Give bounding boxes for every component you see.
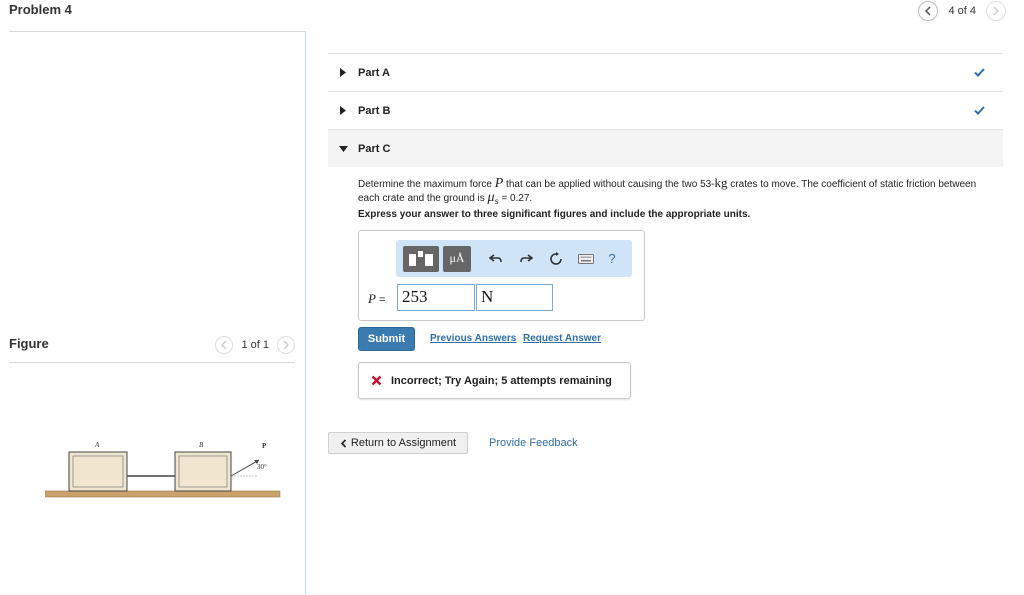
- figure-label-a: A: [94, 441, 100, 449]
- problem-pager: 4 of 4: [918, 1, 1006, 21]
- redo-icon: [520, 253, 533, 262]
- chevron-left-icon: [925, 6, 931, 16]
- figure-label-p: P: [262, 442, 267, 450]
- crate-a: [68, 451, 128, 492]
- part-c-row[interactable]: Part C: [328, 129, 1003, 167]
- var-mu: μ: [487, 190, 495, 205]
- templates-button[interactable]: [403, 245, 439, 272]
- templates-icon: [409, 250, 433, 266]
- keyboard-icon: [578, 253, 594, 264]
- checkmark-icon: [974, 68, 985, 77]
- header-divider: [9, 31, 306, 32]
- answer-box: μÅ ? P = 253 N: [358, 230, 645, 321]
- force-line: [230, 459, 260, 477]
- reset-icon: [550, 251, 562, 265]
- answer-unit-input[interactable]: N: [476, 284, 553, 311]
- caret-down-icon: [338, 145, 348, 152]
- undo-icon: [489, 253, 502, 262]
- figure-pager-text: 1 of 1: [241, 339, 269, 351]
- question-text: Determine the maximum force P that can b…: [358, 175, 977, 206]
- figure-title: Figure: [9, 336, 49, 351]
- problem-pager-text: 4 of 4: [948, 5, 976, 17]
- x-icon: [371, 375, 382, 386]
- undo-button[interactable]: [481, 246, 511, 272]
- var-p: P: [494, 176, 504, 191]
- return-to-assignment-button[interactable]: Return to Assignment: [328, 432, 468, 454]
- caret-right-icon: [340, 106, 346, 115]
- help-button[interactable]: ?: [601, 246, 623, 272]
- panel-divider: [305, 31, 306, 595]
- previous-problem-button[interactable]: [918, 1, 939, 21]
- unit-kg: kg: [714, 175, 728, 190]
- previous-answers-link[interactable]: Previous Answers: [430, 333, 516, 344]
- figure-angle-label: 30°: [257, 463, 267, 471]
- reset-button[interactable]: [541, 246, 571, 272]
- chevron-right-icon: [993, 6, 1000, 16]
- request-answer-link[interactable]: Request Answer: [523, 333, 601, 344]
- chevron-left-icon: [221, 340, 227, 350]
- crate-b: [174, 451, 232, 492]
- figure-label-b: B: [199, 441, 204, 449]
- units-button[interactable]: μÅ: [443, 245, 471, 272]
- keyboard-button[interactable]: [571, 246, 601, 272]
- answer-instruction: Express your answer to three significant…: [358, 209, 751, 220]
- feedback-text: Incorrect; Try Again; 5 attempts remaini…: [391, 374, 612, 387]
- redo-button[interactable]: [511, 246, 541, 272]
- answer-label: P =: [368, 291, 386, 306]
- previous-figure-button[interactable]: [215, 336, 234, 354]
- problem-title: Problem 4: [9, 2, 72, 17]
- part-a-label: Part A: [358, 66, 390, 79]
- part-a-row[interactable]: Part A: [328, 53, 1003, 91]
- feedback-message: Incorrect; Try Again; 5 attempts remaini…: [358, 362, 631, 399]
- part-b-label: Part B: [358, 104, 391, 117]
- figure-pager: 1 of 1: [215, 336, 295, 354]
- submit-button[interactable]: Submit: [358, 327, 415, 351]
- figure-header: Figure 1 of 1: [9, 333, 295, 363]
- chevron-right-icon: [283, 340, 290, 350]
- provide-feedback-link[interactable]: Provide Feedback: [489, 437, 578, 449]
- part-b-row[interactable]: Part B: [328, 91, 1003, 129]
- part-c-label: Part C: [358, 142, 391, 155]
- checkmark-icon: [974, 106, 985, 115]
- caret-right-icon: [340, 68, 346, 77]
- answer-value-input[interactable]: 253: [397, 284, 475, 311]
- chevron-left-icon: [340, 438, 346, 448]
- return-label: Return to Assignment: [350, 437, 457, 449]
- math-toolbar: μÅ ?: [396, 240, 632, 277]
- ground: [45, 490, 281, 498]
- next-figure-button[interactable]: [277, 336, 295, 354]
- crates-figure[interactable]: A B P 30°: [45, 438, 285, 500]
- next-problem-button[interactable]: [986, 1, 1006, 21]
